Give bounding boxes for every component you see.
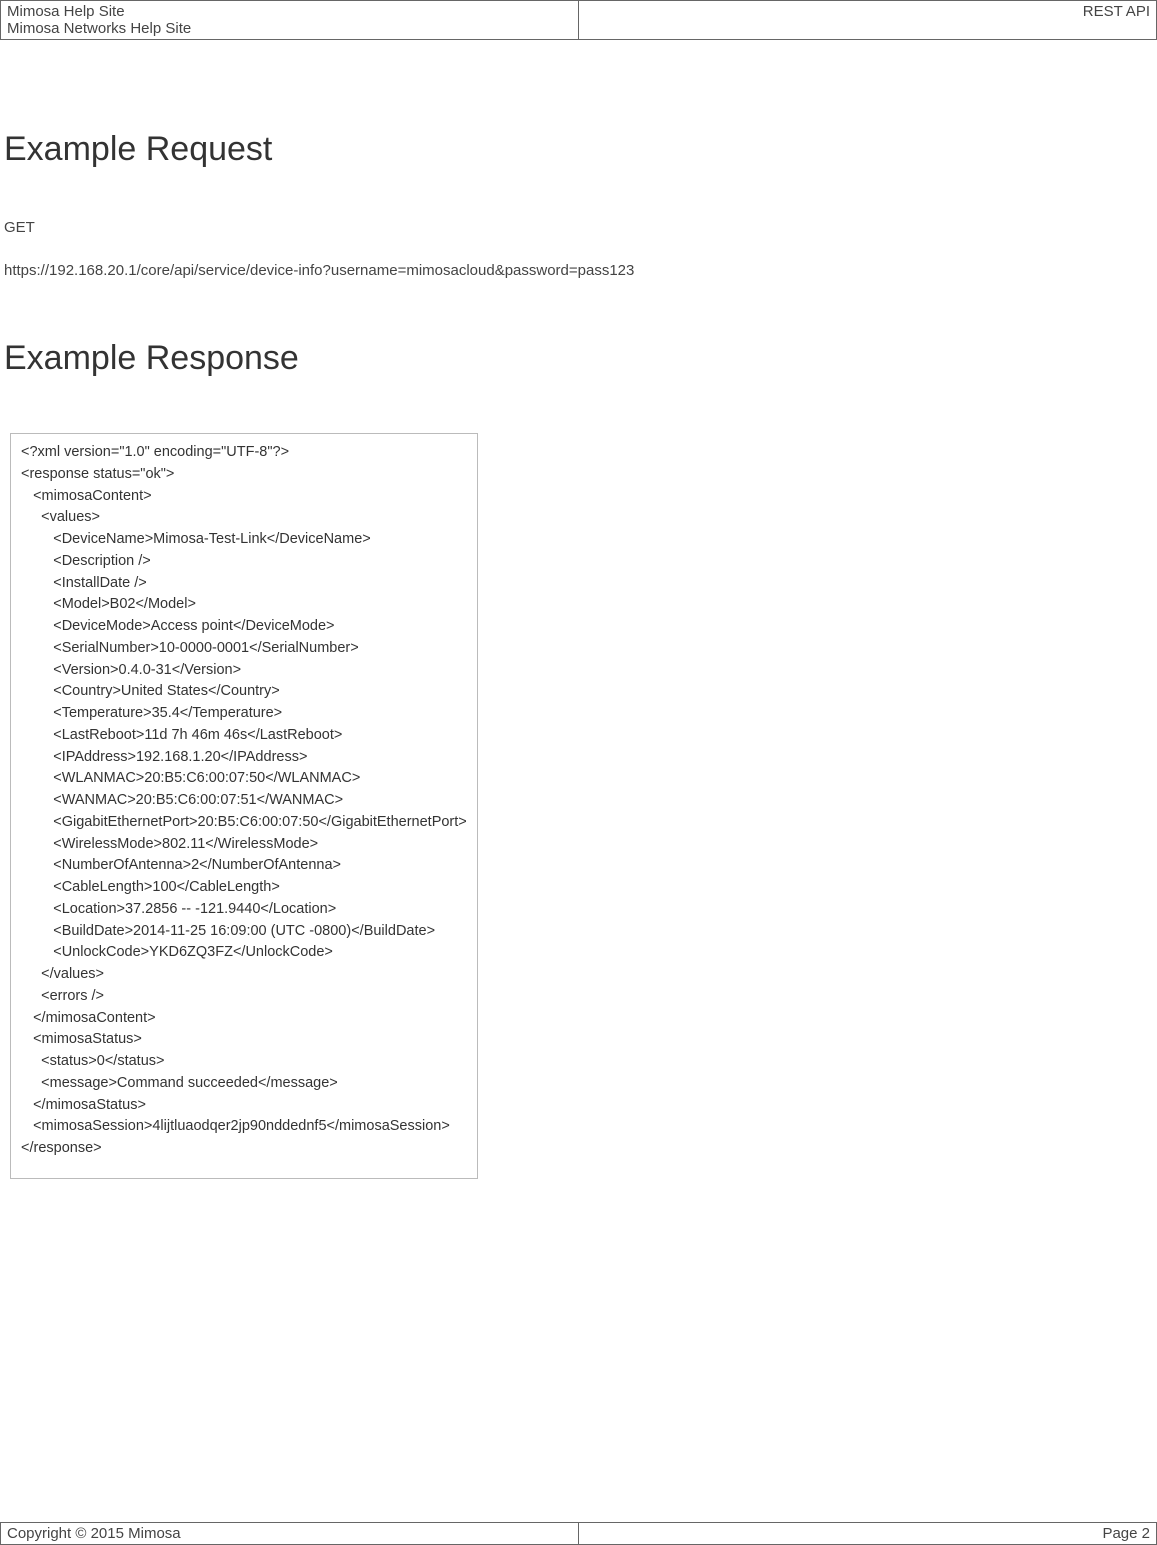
response-xml-block: <?xml version="1.0" encoding="UTF-8"?> <… (10, 433, 478, 1179)
page-footer: Copyright © 2015 Mimosa Page 2 (0, 1522, 1157, 1545)
footer-copyright: Copyright © 2015 Mimosa (1, 1523, 579, 1545)
example-response-heading: Example Response (4, 339, 1153, 378)
page-header: Mimosa Help Site Mimosa Networks Help Si… (0, 0, 1157, 40)
header-left-cell: Mimosa Help Site Mimosa Networks Help Si… (1, 1, 579, 40)
request-url: https://192.168.20.1/core/api/service/de… (4, 262, 1153, 279)
header-right-cell: REST API (579, 1, 1157, 40)
header-title-line1: Mimosa Help Site (7, 3, 572, 20)
main-content: Example Request GET https://192.168.20.1… (0, 130, 1157, 1179)
footer-page: Page 2 (579, 1523, 1157, 1545)
example-request-heading: Example Request (4, 130, 1153, 169)
header-title-line2: Mimosa Networks Help Site (7, 20, 572, 37)
request-method: GET (4, 219, 1153, 236)
header-right-label: REST API (1083, 3, 1150, 20)
